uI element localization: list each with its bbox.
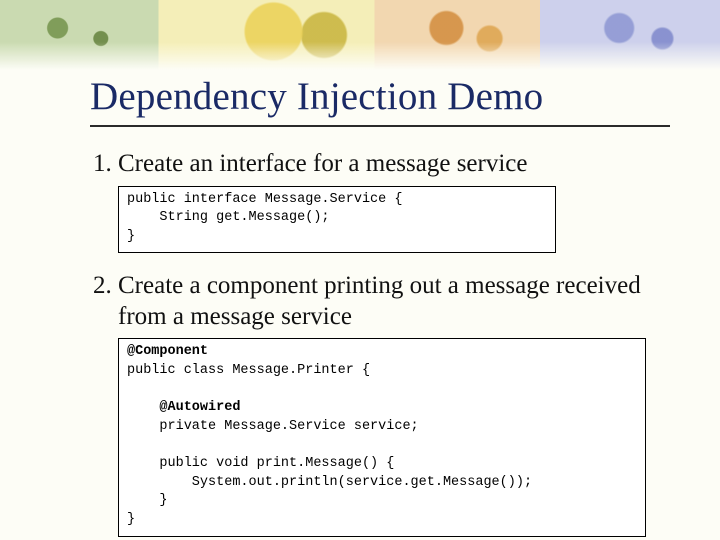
code-block-1: public interface Message.Service { Strin… [118,186,556,254]
step-2: Create a component printing out a messag… [118,271,670,536]
step-2-text: Create a component printing out a messag… [118,272,641,330]
decorative-banner [0,0,720,70]
step-1: Create an interface for a message servic… [118,149,670,253]
code-block-2: @Component public class Message.Printer … [118,338,646,536]
slide-title: Dependency Injection Demo [90,74,670,119]
slide-content: Dependency Injection Demo Create an inte… [90,74,670,540]
steps-list: Create an interface for a message servic… [90,149,670,537]
title-underline [90,125,670,127]
step-1-text: Create an interface for a message servic… [118,150,528,177]
